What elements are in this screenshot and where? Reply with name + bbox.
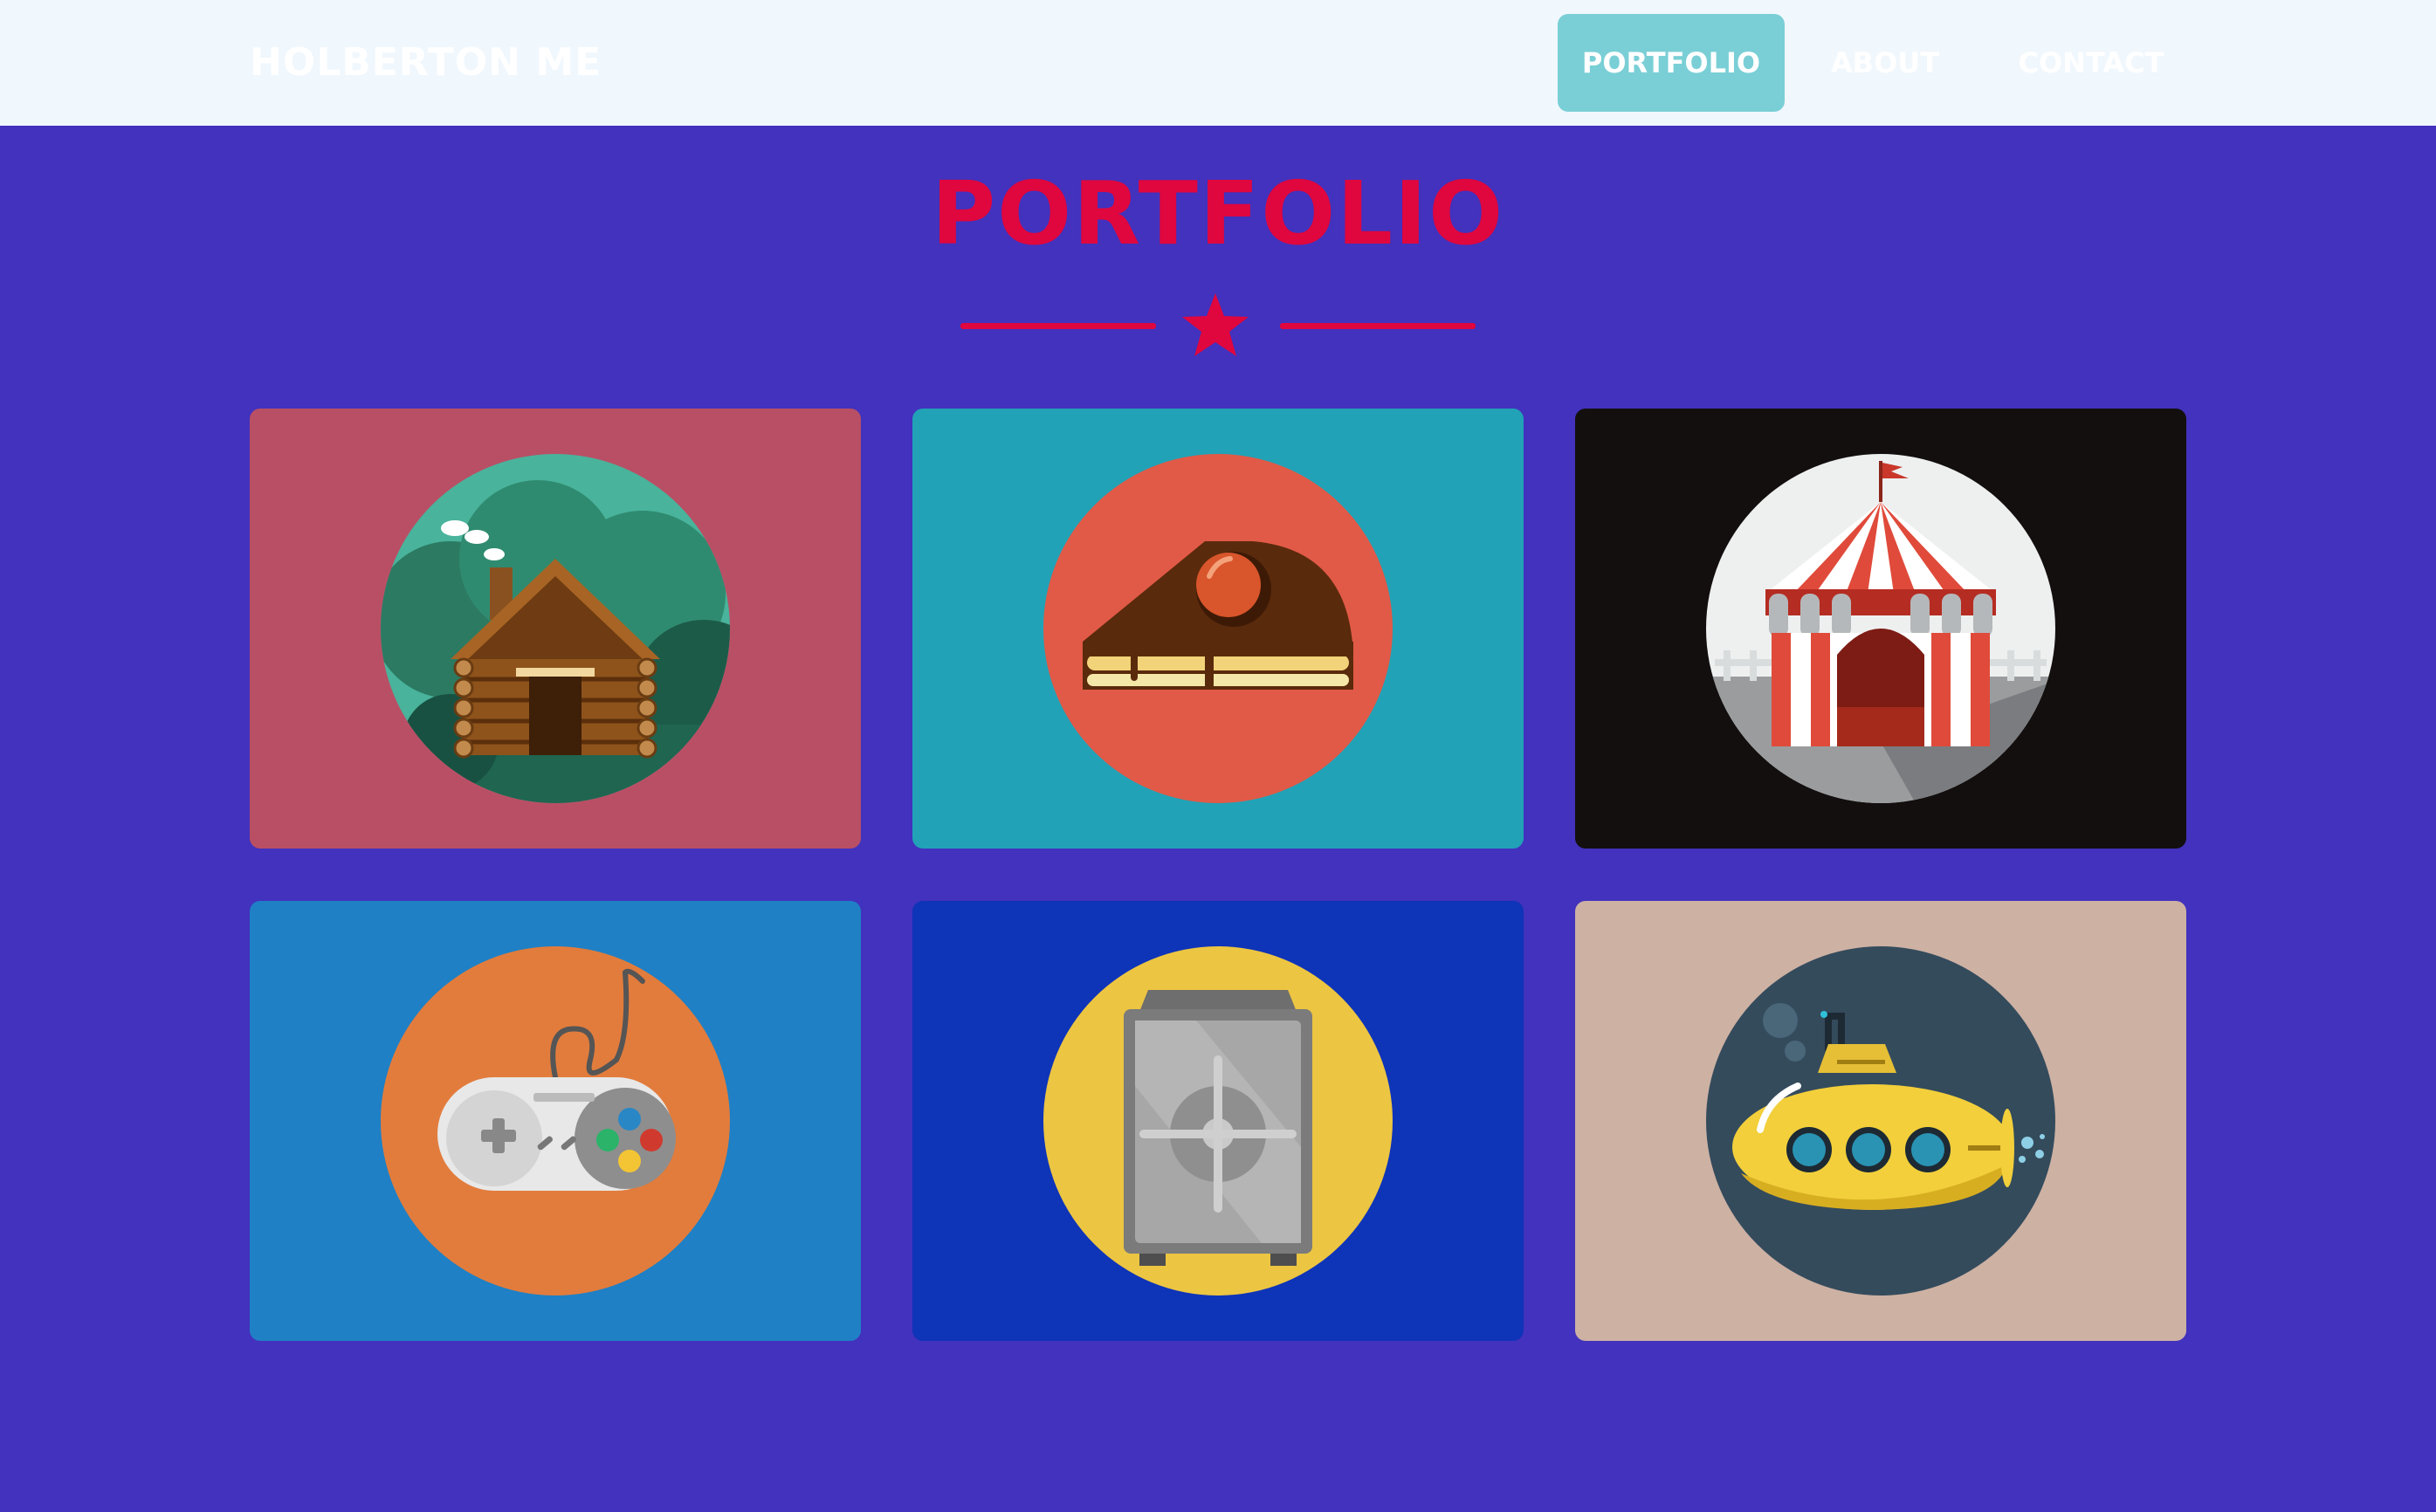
- divider-line-left: [960, 323, 1156, 329]
- cake-slice-icon: [1043, 454, 1393, 803]
- portfolio-card-cake[interactable]: [912, 409, 1524, 849]
- portfolio-card-submarine[interactable]: [1575, 901, 2186, 1341]
- portfolio-card-circus[interactable]: [1575, 409, 2186, 849]
- title-divider: [960, 288, 1476, 361]
- portfolio-card-controller[interactable]: [250, 901, 861, 1341]
- log-cabin-icon: [381, 454, 730, 803]
- section-title: PORTFOLIO: [931, 162, 1505, 265]
- submarine-icon: [1706, 946, 2055, 1296]
- divider-line-right: [1280, 323, 1476, 329]
- top-navbar: HOLBERTON ME PORTFOLIO ABOUT CONTACT: [0, 0, 2436, 126]
- portfolio-card-cabin[interactable]: [250, 409, 861, 849]
- nav-contact-link[interactable]: CONTACT: [1999, 14, 2183, 112]
- brand-logo-link[interactable]: HOLBERTON ME: [250, 35, 602, 91]
- safe-icon: [1043, 946, 1393, 1296]
- circus-tent-icon: [1706, 454, 2055, 803]
- nav-about-link[interactable]: ABOUT: [1820, 14, 1951, 112]
- game-controller-icon: [381, 946, 730, 1296]
- portfolio-card-safe[interactable]: [912, 901, 1524, 1341]
- star-icon: [1182, 293, 1249, 356]
- nav-portfolio-link[interactable]: PORTFOLIO: [1558, 14, 1785, 112]
